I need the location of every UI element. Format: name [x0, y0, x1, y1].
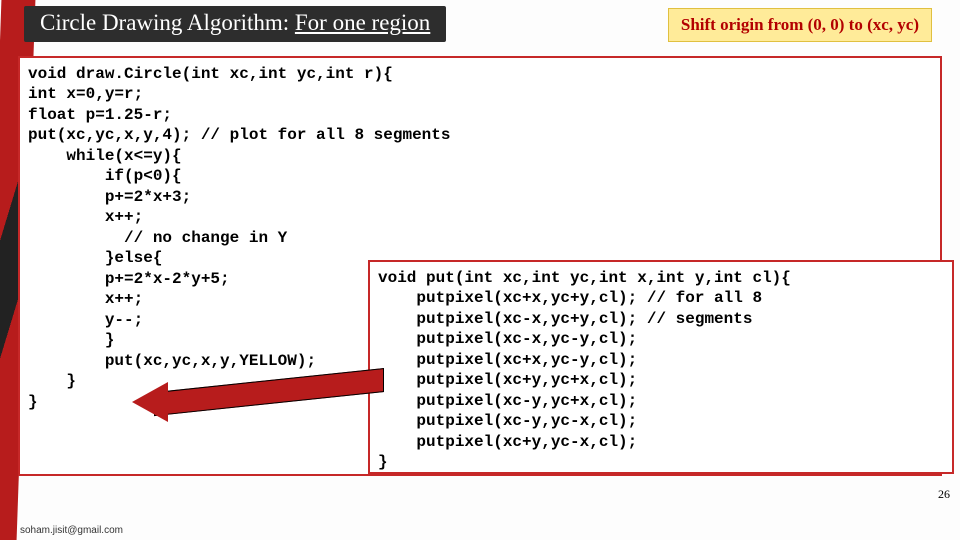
- title-text-a: Circle Drawing Algorithm:: [40, 10, 295, 35]
- page-number: 26: [938, 487, 950, 502]
- callout-arrow: [154, 368, 384, 422]
- title-text-b: For one region: [295, 10, 430, 35]
- footer-email: soham.jisit@gmail.com: [20, 525, 123, 536]
- slide-title: Circle Drawing Algorithm: For one region: [24, 6, 446, 42]
- note-tag: Shift origin from (0, 0) to (xc, yc): [668, 8, 932, 42]
- code-block-sub: void put(int xc,int yc,int x,int y,int c…: [368, 260, 954, 474]
